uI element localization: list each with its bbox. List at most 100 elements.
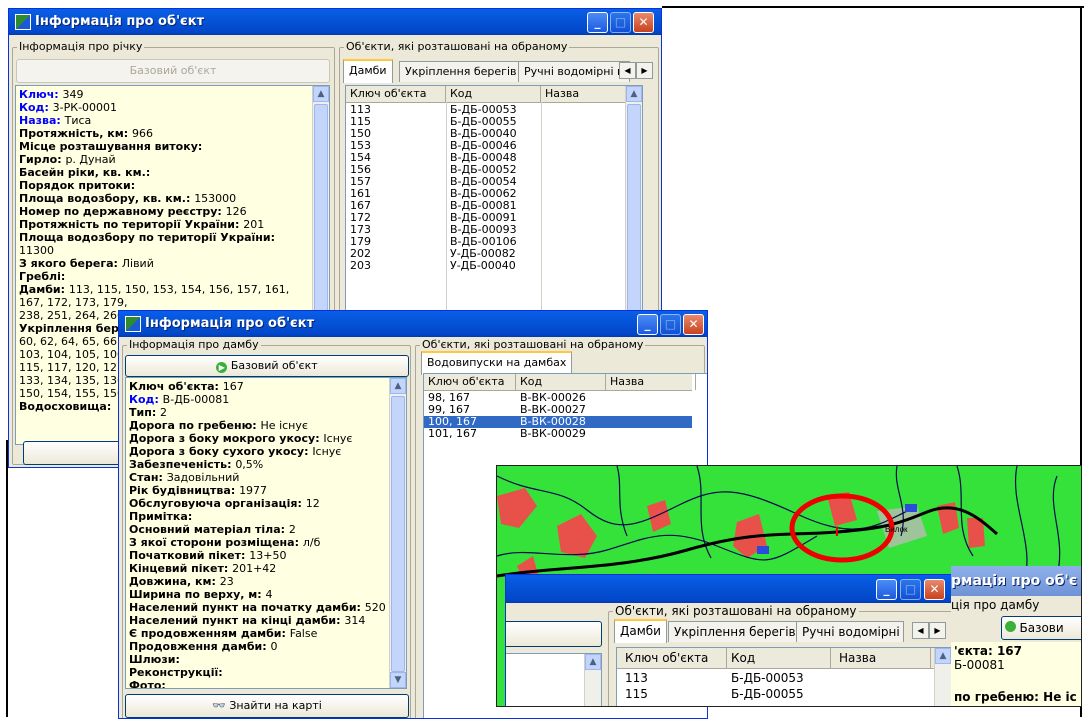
field-separator: :	[297, 497, 306, 510]
binoculars-icon: 👓	[212, 699, 226, 712]
field-separator: :	[60, 283, 69, 296]
field-value: 201+42	[232, 562, 277, 575]
field-separator: :	[257, 588, 266, 601]
info-scrollbar[interactable]: ▲ ▼	[389, 378, 406, 688]
field-separator: :	[280, 523, 289, 536]
tab-dams[interactable]: Дамби	[614, 619, 667, 643]
cell-key: 101, 167	[428, 427, 477, 440]
field-key: Код	[129, 393, 155, 406]
table-row[interactable]: 115 Б-ДБ-00055	[617, 686, 935, 702]
field-separator: :	[214, 380, 223, 393]
minimize-button[interactable]: _	[587, 12, 608, 33]
col-code-header[interactable]: Код	[727, 648, 831, 668]
chevron-left-icon[interactable]: ◀	[619, 62, 636, 79]
field-separator: :	[185, 192, 195, 205]
field-key: Реконструкції	[129, 666, 219, 679]
info-field: Протяжність, км: 966	[19, 127, 326, 140]
field-key: Обслуговуюча організація	[129, 497, 298, 510]
field-separator: :	[230, 484, 240, 497]
maximize-button[interactable]: □	[610, 12, 631, 33]
scroll-up-icon[interactable]: ▲	[626, 86, 642, 102]
field-separator: :	[56, 114, 65, 127]
info-field: Ключ: 349	[19, 88, 326, 101]
tab-strip: Дамби Укріплення берегів Ручні водомірні…	[614, 619, 950, 643]
field-key: Басейн ріки, кв. км.	[19, 166, 146, 179]
title-bar[interactable]: Інформація про об'єкт _ □ ✕	[119, 311, 707, 337]
cell-code: Б-ДБ-00053	[731, 671, 804, 685]
col-name-header[interactable]: Назва	[541, 86, 626, 102]
title-bar[interactable]: _ □ ✕	[506, 575, 952, 603]
tab-outlets-on-dams[interactable]: Водовипуски на дамбах	[421, 351, 573, 375]
field-value: 12	[305, 497, 320, 510]
close-button[interactable]: ✕	[924, 579, 945, 600]
field-key: Дорога по гребеню	[129, 419, 253, 432]
table-row[interactable]: 101, 167 В-ВК-00029	[424, 428, 692, 440]
info-field: З якого берега: Лівий	[19, 257, 326, 270]
tab-manual-gauges[interactable]: Ручні водомірні п	[796, 621, 904, 642]
table-row[interactable]: 203 У-ДБ-00040	[346, 260, 626, 272]
info-field: Площа водозбору по території України:	[19, 231, 326, 244]
maximize-button[interactable]: □	[900, 579, 921, 600]
field-separator: :	[234, 218, 244, 231]
title-bar[interactable]: рмація про об'є	[951, 566, 1081, 596]
scroll-thumb[interactable]	[391, 396, 405, 672]
scroll-up-icon[interactable]: ▲	[313, 86, 329, 102]
minimize-button[interactable]: _	[637, 314, 658, 335]
title-bar[interactable]: Інформація про об'єкт _ □ ✕	[9, 9, 661, 35]
field-value: 520	[364, 601, 386, 614]
scroll-up-icon[interactable]: ▲	[935, 648, 951, 664]
col-key-header[interactable]: Ключ об'єкта	[617, 648, 727, 668]
scroll-down-icon[interactable]: ▼	[390, 672, 406, 688]
scroll-up-icon[interactable]: ▲	[390, 378, 406, 394]
info-scrollbar[interactable]: ▲	[584, 654, 601, 706]
field-value: 238, 251, 264, 266,	[19, 309, 128, 322]
info-field: Басейн ріки, кв. км.:	[19, 166, 326, 179]
field-value: 314	[344, 614, 366, 627]
table-row[interactable]: 113 Б-ДБ-00053	[617, 670, 935, 686]
base-object-button-fragment[interactable]: Базови	[1001, 616, 1081, 640]
col-code-header[interactable]: Код	[446, 86, 541, 102]
scroll-up-icon[interactable]: ▲	[585, 654, 601, 670]
field-separator: :	[356, 601, 365, 614]
field-value: 167	[222, 380, 244, 393]
field-separator: :	[154, 393, 163, 406]
base-object-button[interactable]: ▶ Базовий об'єкт	[125, 355, 409, 377]
grid-scrollbar[interactable]: ▲	[934, 648, 951, 706]
col-code-header[interactable]: Код	[516, 374, 606, 390]
maximize-button[interactable]: □	[660, 314, 681, 335]
find-on-map-label: Знайти на карті	[229, 699, 322, 712]
field-separator: :	[241, 549, 250, 562]
chevron-right-icon[interactable]: ▶	[929, 622, 946, 639]
grid-header: Ключ об'єкта Код Назва	[346, 86, 626, 103]
col-name-header[interactable]: Назва	[831, 648, 931, 668]
col-key-header[interactable]: Ключ об'єкта	[424, 374, 516, 390]
close-button[interactable]: ✕	[683, 314, 704, 335]
close-button[interactable]: ✕	[633, 12, 654, 33]
field-key: Дорога з боку мокрого укосу	[129, 432, 316, 445]
field-key: Дамби	[19, 283, 61, 296]
inset-dams-grid: Ключ об'єкта Код Назва 113 Б-ДБ-00053 115 Б…	[616, 647, 952, 706]
tab-bank-reinforcement[interactable]: Укріплення берегів	[399, 61, 523, 82]
find-on-map-button[interactable]: 👓 Знайти на карті	[125, 694, 409, 718]
dam-marker	[905, 504, 917, 512]
info-field: Фото:	[129, 679, 403, 688]
col-name-header[interactable]: Назва	[606, 374, 696, 390]
info-line: по гребеню: Не іс	[954, 690, 1077, 704]
info-field: Обслуговуюча організація: 12	[129, 497, 403, 510]
base-object-button[interactable]: Базовий об'єкт	[16, 59, 330, 83]
tab-bank-reinforcement[interactable]: Укріплення берегів	[668, 621, 802, 642]
field-separator: :	[197, 140, 203, 153]
minimize-button[interactable]: _	[876, 579, 897, 600]
info-field: Рік будівництва: 1977	[129, 484, 403, 497]
frame-top-line	[662, 6, 1084, 8]
col-key-header[interactable]: Ключ об'єкта	[346, 86, 446, 102]
field-key: Шлюзи	[129, 653, 176, 666]
field-value: 2	[160, 406, 168, 419]
tab-dams[interactable]: Дамби	[343, 59, 393, 83]
field-separator: :	[223, 562, 233, 575]
group-label: Об'єкти, які розташовані на обраному	[420, 338, 646, 351]
tab-manual-gauges[interactable]: Ручні водомірні п	[518, 61, 631, 82]
chevron-left-icon[interactable]: ◀	[912, 622, 929, 639]
base-object-button[interactable]	[506, 621, 602, 647]
chevron-right-icon[interactable]: ▶	[636, 62, 653, 79]
